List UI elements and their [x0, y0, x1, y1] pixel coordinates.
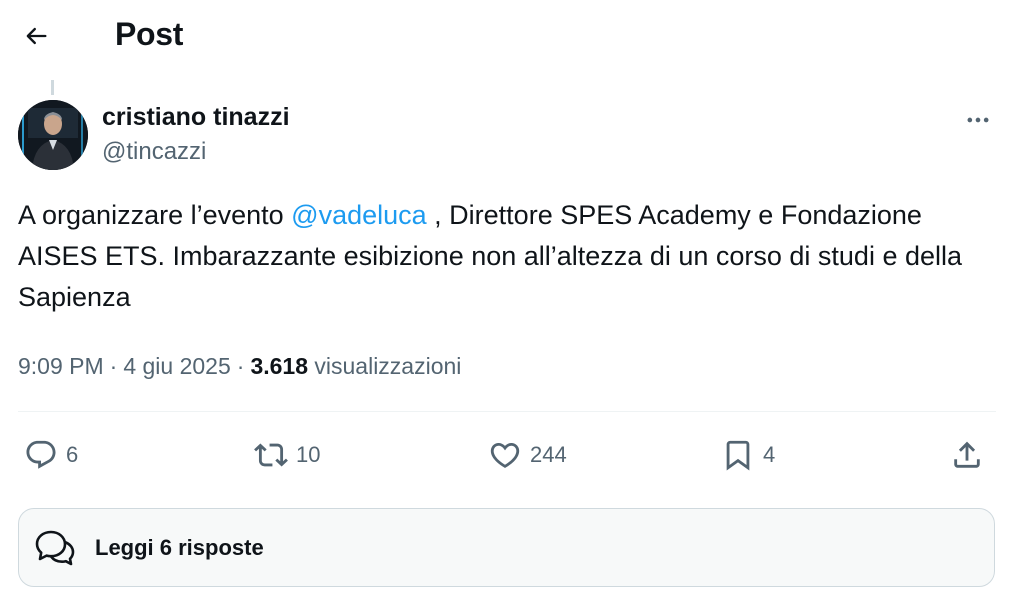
- author-display-name[interactable]: cristiano tinazzi: [102, 102, 290, 132]
- like-button[interactable]: 244: [488, 430, 567, 480]
- views-count: 3.618: [250, 353, 308, 379]
- repost-icon: [254, 443, 288, 467]
- divider: [18, 411, 996, 412]
- heart-icon: [490, 442, 520, 468]
- speech-bubbles-icon: [35, 530, 75, 565]
- post-text-before: A organizzare l’evento: [18, 200, 292, 230]
- reply-icon: [26, 440, 56, 469]
- views-label: visualizzazioni: [314, 353, 462, 379]
- more-horizontal-icon: [967, 117, 989, 123]
- page-title: Post: [115, 16, 184, 52]
- post-date[interactable]: 4 giu 2025: [123, 353, 230, 379]
- like-count: 244: [530, 442, 567, 467]
- avatar-photo: [18, 100, 88, 170]
- header: Post: [0, 0, 1024, 70]
- back-button[interactable]: [14, 14, 58, 58]
- author-handle[interactable]: @tincazzi: [102, 137, 206, 167]
- bookmark-button[interactable]: 4: [721, 430, 775, 480]
- meta-separator: ·: [236, 353, 245, 379]
- reply-count: 6: [66, 442, 79, 467]
- thread-connector-line: [51, 80, 54, 95]
- post-text: A organizzare l’evento @vadeluca , Diret…: [18, 195, 998, 318]
- share-button[interactable]: [950, 430, 984, 480]
- arrow-left-icon: [26, 27, 47, 45]
- repost-count: 10: [296, 442, 321, 467]
- action-bar: 6 10 244 4: [18, 430, 996, 480]
- bookmark-icon: [726, 440, 750, 471]
- post-meta: 9:09 PM · 4 giu 2025 · 3.618 visualizzazioni: [18, 350, 461, 382]
- post-time[interactable]: 9:09 PM: [18, 353, 104, 379]
- repost-button[interactable]: 10: [254, 430, 320, 480]
- read-replies-label: Leggi 6 risposte: [95, 534, 264, 560]
- meta-separator: ·: [109, 353, 118, 379]
- mention-link[interactable]: @vadeluca: [291, 200, 427, 230]
- avatar[interactable]: [18, 100, 88, 170]
- more-options-button[interactable]: [956, 100, 1000, 140]
- reply-button[interactable]: 6: [24, 430, 78, 480]
- share-icon: [954, 441, 980, 468]
- bookmark-count: 4: [763, 442, 776, 467]
- read-replies-button[interactable]: Leggi 6 risposte: [18, 508, 995, 587]
